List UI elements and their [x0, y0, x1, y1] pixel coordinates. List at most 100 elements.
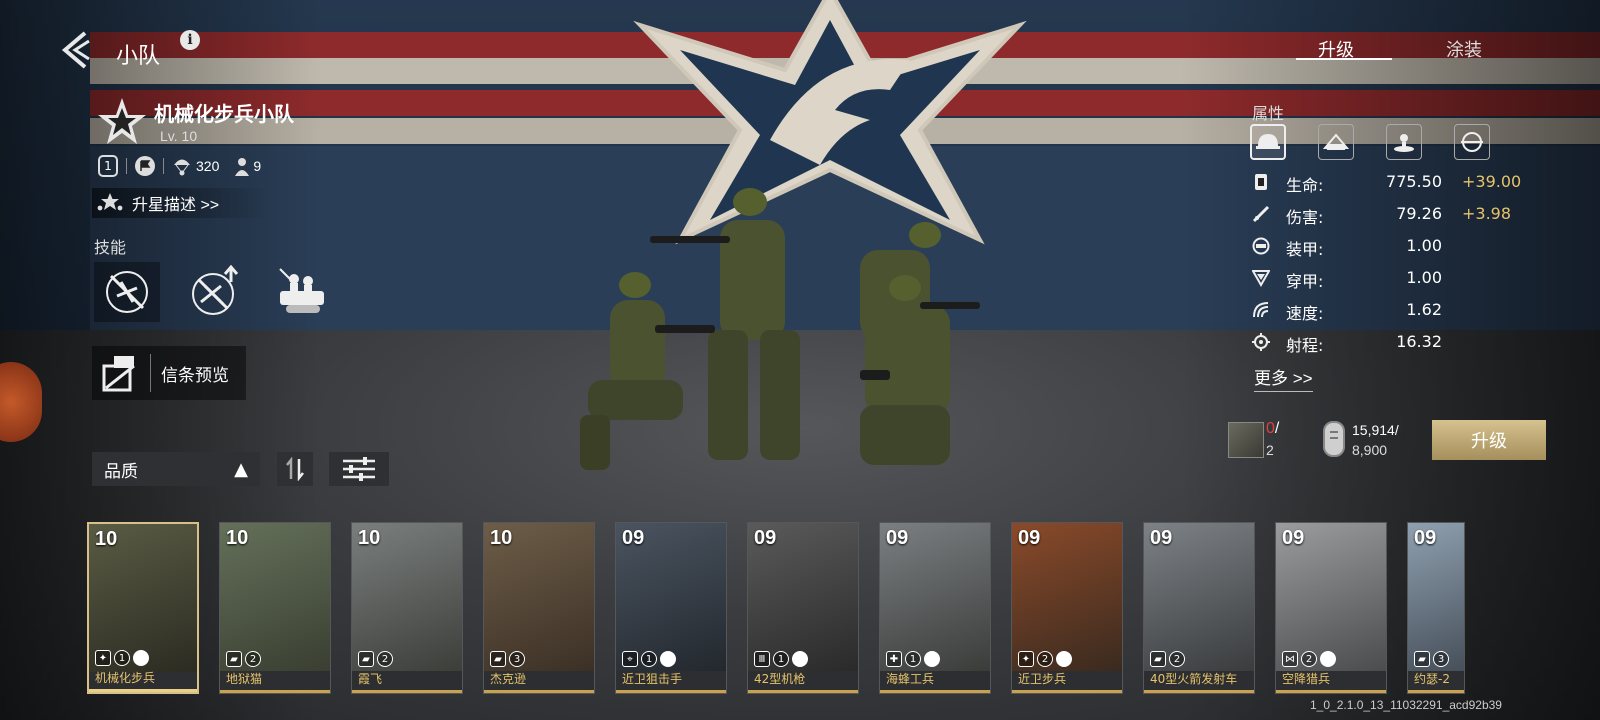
squad-star-emblem-icon	[98, 98, 146, 144]
unit-card-name: 42型机枪	[754, 672, 806, 686]
penetration-icon	[1252, 270, 1270, 287]
doctrine-icon	[102, 356, 135, 392]
infantry-icon: ✦	[1018, 651, 1034, 667]
machine-gun-icon: Ⅲ	[754, 651, 770, 667]
tank-category-icon[interactable]	[1318, 124, 1354, 160]
unit-card-tags: ✦ 1	[95, 650, 149, 666]
tier-badge: 1	[114, 650, 130, 666]
engineer-icon: ✚	[886, 651, 902, 667]
unit-card-level: 09	[1414, 527, 1437, 549]
helmet-icon[interactable]	[1250, 124, 1286, 160]
unit-card[interactable]: 09 ⌖ 1 近卫狙击手	[615, 522, 727, 694]
unit-card[interactable]: 09 Ⅲ 1 42型机枪	[747, 522, 859, 694]
unit-card-name: 近卫步兵	[1018, 672, 1067, 686]
flag-icon	[133, 650, 149, 666]
unit-card-level: 09	[1150, 527, 1173, 549]
sort-label: 品质	[104, 461, 138, 481]
sort-order-button[interactable]	[277, 452, 313, 486]
soldier-count-icon	[235, 158, 250, 176]
unit-card-bar	[880, 690, 990, 693]
unit-card[interactable]: 10 ✦ 1 机械化步兵	[87, 522, 199, 694]
resource-required: 8,900	[1352, 442, 1388, 458]
tab-active-underline	[1296, 58, 1392, 60]
unit-card-level: 09	[1282, 527, 1305, 549]
tier-badge: 2	[1301, 651, 1317, 667]
tank-icon: ▰	[1414, 651, 1430, 667]
unit-card[interactable]: 09 ▰ 2 40型火箭发射车	[1143, 522, 1255, 694]
range-icon	[1252, 333, 1270, 351]
unit-card-level: 10	[490, 527, 513, 549]
unit-card-name: 霞飞	[358, 672, 383, 686]
damage-icon	[1252, 205, 1270, 223]
flag-icon	[660, 651, 676, 667]
unit-card[interactable]: 10 ▰ 2 地狱猫	[219, 522, 331, 694]
unit-card-name: 约瑟-2	[1414, 672, 1450, 686]
unit-card-name: 空降猎兵	[1282, 672, 1331, 686]
unit-card-bar	[1276, 690, 1386, 693]
skills-heading: 技能	[94, 240, 127, 257]
squad-card-item-icon	[1228, 422, 1264, 458]
unit-card-bar	[1012, 690, 1122, 693]
unit-card[interactable]: 09 ✚ 1 海蜂工兵	[879, 522, 991, 694]
unit-card[interactable]: 10 ▰ 2 霞飞	[351, 522, 463, 694]
tier-badge: 1	[905, 651, 921, 667]
card-required: 2	[1266, 442, 1274, 458]
tab-skin[interactable]: 涂装	[1424, 36, 1504, 62]
unit-card-tags: ▰ 2	[358, 651, 393, 667]
tier-badge: 3	[1433, 651, 1449, 667]
tier-badge: 3	[509, 651, 525, 667]
unit-card-tags: ▰ 2	[226, 651, 261, 667]
skill-squad-vehicle[interactable]	[268, 262, 334, 322]
faith-preview-button[interactable]: 信条预览	[92, 346, 246, 400]
stars-icon	[97, 193, 123, 211]
attributes-heading: 属性	[1252, 106, 1285, 123]
upgrade-button[interactable]: 升级	[1432, 420, 1546, 460]
more-stats-link[interactable]: 更多 >>	[1254, 364, 1313, 392]
unit-card-bar	[220, 690, 330, 693]
tier-badge: 1	[773, 651, 789, 667]
info-icon[interactable]: i	[180, 30, 200, 50]
unit-card-bar	[484, 690, 594, 693]
card-count: 0/	[1266, 420, 1280, 437]
aircraft-icon[interactable]	[1454, 124, 1490, 160]
build-version: 1_0_2.1.0_13_11032291_acd92b39	[1310, 698, 1502, 712]
stat-range: 射程: 16.32	[1252, 330, 1562, 356]
unit-card-tags: ✚ 1	[886, 651, 940, 667]
infantry-icon: ✦	[95, 650, 111, 666]
tier-badge: 2	[1169, 651, 1185, 667]
tier-badge: 2	[377, 651, 393, 667]
unit-card[interactable]: 09 ⋈ 2 空降猎兵	[1275, 522, 1387, 694]
back-button[interactable]	[56, 30, 96, 70]
squad-name: 机械化步兵小队	[154, 104, 294, 126]
squad-meta-row: 1 320 9	[98, 155, 261, 177]
flag-icon	[1056, 651, 1072, 667]
armor-icon	[1252, 237, 1270, 255]
deploy-cost: 320	[196, 158, 220, 174]
unit-card-level: 09	[886, 527, 909, 549]
no-infantry-icon	[106, 271, 148, 313]
unit-card-bar	[1408, 690, 1464, 693]
unit-card[interactable]: 09 ▰ 3 约瑟-2	[1407, 522, 1465, 694]
unit-card-tags: ▰ 3	[1414, 651, 1449, 667]
sort-dropdown[interactable]: 品质 ▲	[92, 452, 260, 486]
unit-card[interactable]: 10 ▰ 3 杰克逊	[483, 522, 595, 694]
paratrooper-icon: ⋈	[1282, 651, 1298, 667]
star-desc-button[interactable]: 升星描述 >>	[92, 188, 270, 218]
unit-card-tags: ⋈ 2	[1282, 651, 1336, 667]
skill-no-infantry[interactable]	[94, 262, 160, 322]
unit-card-bar	[616, 690, 726, 693]
filter-button[interactable]	[329, 452, 389, 486]
tier-badge: 2	[245, 651, 261, 667]
unit-card-tags: ▰ 2	[1150, 651, 1185, 667]
stat-penetration: 穿甲: 1.00	[1252, 266, 1562, 292]
unit-card[interactable]: 09 ✦ 2 近卫步兵	[1011, 522, 1123, 694]
flag-icon	[792, 651, 808, 667]
squad-vehicle-icon	[279, 268, 324, 313]
skill-upgrade-infantry[interactable]	[182, 262, 248, 322]
artillery-icon[interactable]	[1386, 124, 1422, 160]
unit-card-tags: Ⅲ1	[754, 651, 808, 667]
flag-icon	[1320, 651, 1336, 667]
stat-health: 生命: 775.50 +39.00	[1252, 170, 1562, 196]
sort-triangle-icon: ▲	[234, 458, 248, 480]
unit-card-bar	[89, 689, 197, 692]
